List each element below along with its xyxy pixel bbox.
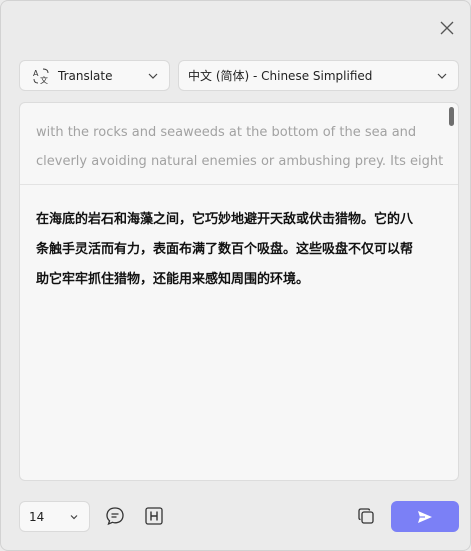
source-line: cleverly avoiding natural enemies or amb…	[36, 154, 444, 169]
scrollbar-thumb[interactable]	[449, 107, 454, 126]
copy-icon	[358, 508, 374, 524]
top-toolbar: A 文 Translate 中文 (简体) - Chinese Simplifi…	[19, 60, 459, 91]
font-size-value: 14	[29, 509, 45, 524]
language-label: 中文 (简体) - Chinese Simplified	[188, 69, 373, 83]
source-text[interactable]: with the rocks and seaweeds at the botto…	[20, 103, 458, 185]
mode-label: Translate	[58, 68, 113, 83]
text-panel: with the rocks and seaweeds at the botto…	[19, 102, 459, 481]
translate-icon: A 文	[32, 67, 50, 85]
chevron-down-icon	[148, 73, 158, 79]
result-line: 在海底的岩石和海藻之间，它巧妙地避开天敌或伏击猎物。它的八	[36, 212, 414, 227]
close-icon	[440, 21, 454, 35]
svg-text:A: A	[33, 69, 39, 78]
result-line: 助它牢牢抓住猎物，还能用来感知周围的环境。	[36, 272, 310, 287]
svg-text:文: 文	[40, 75, 48, 84]
bottom-toolbar: 14	[19, 501, 459, 532]
translate-window: A 文 Translate 中文 (简体) - Chinese Simplifi…	[0, 0, 471, 551]
close-button[interactable]	[435, 16, 459, 40]
chat-button[interactable]	[103, 504, 127, 528]
source-line: with the rocks and seaweeds at the botto…	[36, 125, 417, 140]
heading-icon	[145, 507, 163, 525]
send-icon	[418, 510, 432, 523]
font-size-select[interactable]: 14	[19, 501, 90, 532]
chat-bubble-icon	[106, 507, 124, 526]
chevron-down-icon	[437, 73, 447, 79]
send-button[interactable]	[391, 501, 459, 532]
translation-result: 在海底的岩石和海藻之间，它巧妙地避开天敌或伏击猎物。它的八 条触手灵活而有力，表…	[20, 185, 458, 295]
heading-button[interactable]	[142, 504, 166, 528]
language-dropdown[interactable]: 中文 (简体) - Chinese Simplified	[178, 60, 459, 91]
result-line: 条触手灵活而有力，表面布满了数百个吸盘。这些吸盘不仅可以帮	[36, 242, 414, 257]
copy-button[interactable]	[354, 504, 378, 528]
chevron-down-icon	[70, 515, 78, 520]
mode-dropdown[interactable]: A 文 Translate	[19, 60, 170, 91]
